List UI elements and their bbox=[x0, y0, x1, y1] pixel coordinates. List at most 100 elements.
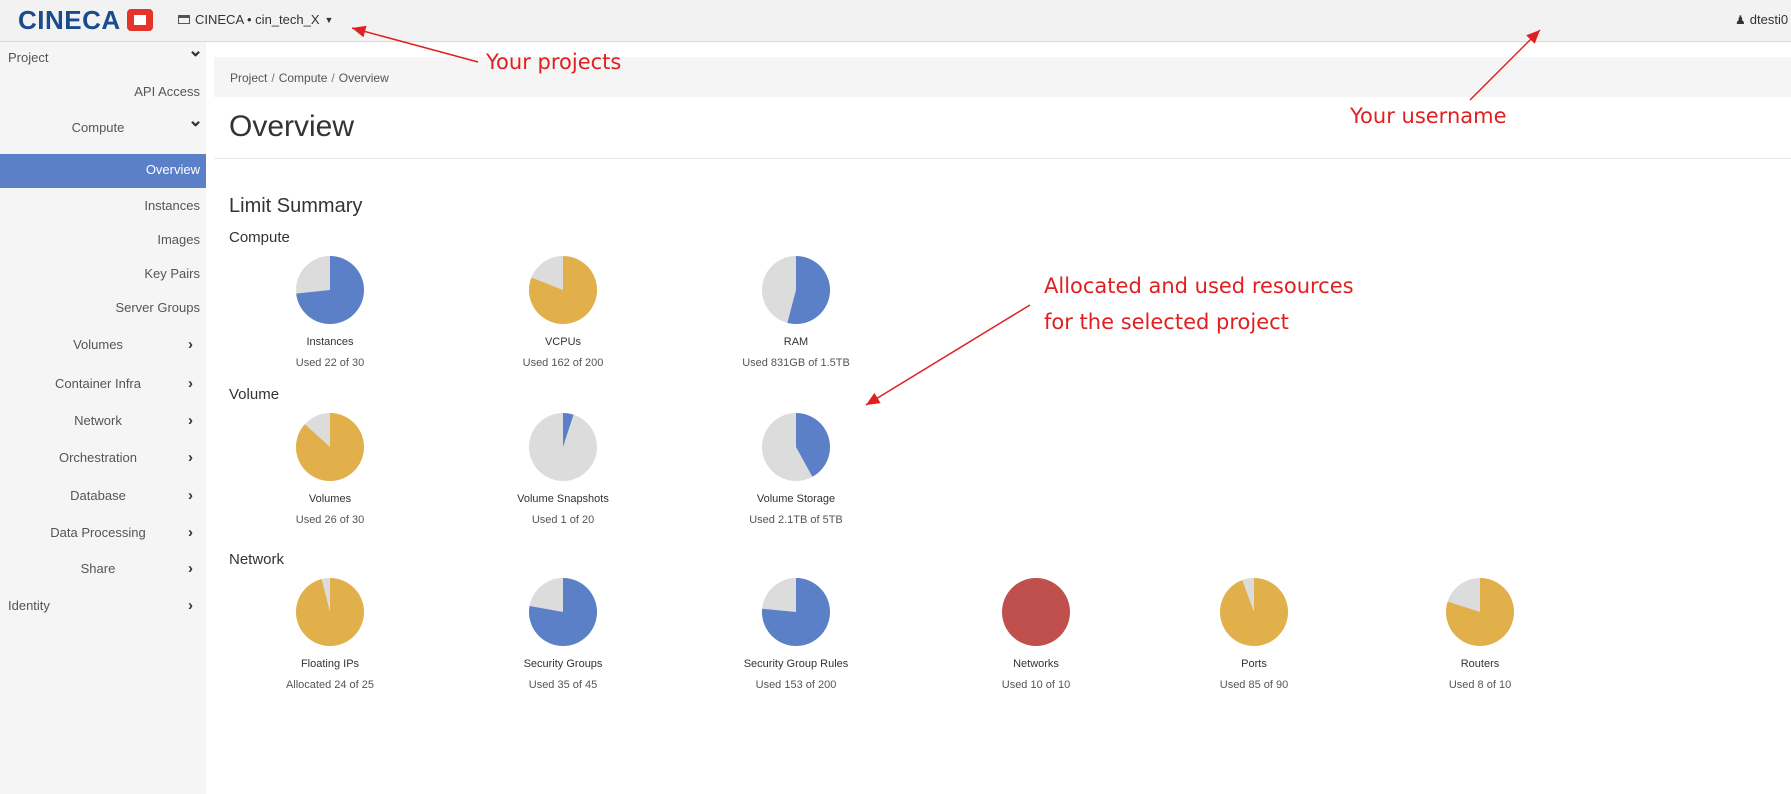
sidebar-item-label: Data Processing bbox=[50, 525, 146, 540]
sidebar-item-label: Container Infra bbox=[55, 376, 141, 391]
chevron-right-icon: › bbox=[188, 375, 193, 392]
sidebar-item-container-infra[interactable]: Container Infra › bbox=[0, 368, 206, 402]
chevron-right-icon: › bbox=[188, 597, 193, 614]
pie-chart bbox=[529, 413, 597, 481]
quota-label: Instances bbox=[306, 336, 354, 348]
cineca-logo[interactable]: CINECA bbox=[18, 5, 153, 35]
pie-chart bbox=[296, 578, 364, 646]
breadcrumb-item-project[interactable]: Project bbox=[230, 71, 267, 85]
sidebar-item-label: API Access bbox=[134, 84, 200, 99]
quota-usage: Allocated 24 of 25 bbox=[285, 679, 375, 691]
quota-card-instances: Instances Used 22 of 30 bbox=[240, 256, 420, 369]
sidebar-item-label: Server Groups bbox=[115, 300, 200, 315]
quota-card-ram: RAM Used 831GB of 1.5TB bbox=[706, 256, 886, 369]
quota-card-volumes: Volumes Used 26 of 30 bbox=[240, 413, 420, 526]
sidebar-item-label: Orchestration bbox=[58, 450, 138, 465]
pie-chart bbox=[296, 413, 364, 481]
pie-chart bbox=[762, 256, 830, 324]
annotation-your-projects: Your projects bbox=[486, 50, 622, 74]
quota-card-routers: Routers Used 8 of 10 bbox=[1390, 578, 1570, 691]
breadcrumb-separator: / bbox=[271, 71, 275, 85]
quota-label: Networks bbox=[1013, 658, 1059, 670]
chevron-right-icon: › bbox=[188, 449, 193, 466]
quota-label: Volumes bbox=[308, 493, 352, 505]
breadcrumb: Project / Compute / Overview bbox=[214, 57, 1791, 97]
user-menu[interactable]: ♟ dtesti0 bbox=[1735, 12, 1788, 27]
user-icon: ♟ bbox=[1735, 12, 1746, 27]
quota-usage: Used 2.1TB of 5TB bbox=[749, 514, 843, 526]
quota-card-volume-snapshots: Volume Snapshots Used 1 of 20 bbox=[473, 413, 653, 526]
sidebar-item-label: Network bbox=[74, 413, 122, 428]
sidebar-item-label: Share bbox=[80, 561, 116, 576]
quota-card-volume-storage: Volume Storage Used 2.1TB of 5TB bbox=[706, 413, 886, 526]
breadcrumb-item-overview: Overview bbox=[338, 71, 389, 85]
quota-usage: Used 153 of 200 bbox=[755, 679, 837, 691]
quota-label: Volume Snapshots bbox=[517, 493, 609, 505]
quota-usage: Used 26 of 30 bbox=[295, 514, 365, 526]
quota-label: Ports bbox=[1241, 658, 1267, 670]
pie-chart bbox=[762, 413, 830, 481]
page-title: Overview bbox=[229, 110, 355, 143]
project-icon bbox=[178, 15, 190, 24]
quota-label: Floating IPs bbox=[300, 658, 360, 670]
quota-card-floating-ips: Floating IPs Allocated 24 of 25 bbox=[240, 578, 420, 691]
sidebar-item-server-groups[interactable]: Server Groups bbox=[0, 292, 206, 326]
chevron-right-icon: › bbox=[188, 336, 193, 353]
sidebar-item-label: Compute bbox=[71, 120, 125, 135]
quota-label: RAM bbox=[783, 336, 809, 348]
sidebar-item-label: Images bbox=[157, 232, 200, 247]
sidebar-nav: Project ⌄ API Access Compute ⌄ Overview Instan… bbox=[0, 40, 206, 794]
pie-chart bbox=[529, 256, 597, 324]
chevron-right-icon: › bbox=[188, 560, 193, 577]
quota-usage: Used 1 of 20 bbox=[531, 514, 595, 526]
sidebar-item-identity[interactable]: Identity › bbox=[0, 590, 206, 624]
sidebar-item-network[interactable]: Network › bbox=[0, 405, 206, 439]
quota-usage: Used 10 of 10 bbox=[1001, 679, 1071, 691]
pie-chart bbox=[296, 256, 364, 324]
sidebar-item-instances[interactable]: Instances bbox=[0, 190, 206, 224]
pie-chart bbox=[1220, 578, 1288, 646]
sidebar-item-database[interactable]: Database › bbox=[0, 480, 206, 514]
group-title-volume: Volume bbox=[229, 386, 280, 403]
pie-used-slice bbox=[1220, 578, 1288, 646]
annotation-resources-line1: Allocated and used resources bbox=[1044, 274, 1354, 298]
quota-label: Routers bbox=[1460, 658, 1500, 670]
group-title-compute: Compute bbox=[229, 229, 290, 246]
sidebar-item-label: Instances bbox=[144, 198, 200, 213]
quota-usage: Used 8 of 10 bbox=[1448, 679, 1512, 691]
quota-card-security-groups: Security Groups Used 35 of 45 bbox=[473, 578, 653, 691]
group-title-network: Network bbox=[229, 551, 285, 568]
chevron-right-icon: › bbox=[188, 412, 193, 429]
quota-card-ports: Ports Used 85 of 90 bbox=[1164, 578, 1344, 691]
logo-text: CINECA bbox=[18, 4, 121, 35]
top-navbar: CINECA CINECA • cin_tech_X ▼ ♟ dtesti0 bbox=[0, 0, 1791, 42]
sidebar-item-orchestration[interactable]: Orchestration › bbox=[0, 442, 206, 476]
caret-down-icon: ▼ bbox=[324, 14, 334, 25]
sidebar-item-images[interactable]: Images bbox=[0, 224, 206, 258]
quota-usage: Used 85 of 90 bbox=[1219, 679, 1289, 691]
sidebar-item-compute[interactable]: Compute ⌄ bbox=[0, 110, 206, 146]
chevron-right-icon: › bbox=[188, 487, 193, 504]
sidebar-item-overview[interactable]: Overview bbox=[0, 154, 206, 188]
header-divider bbox=[214, 158, 1791, 159]
chevron-right-icon: › bbox=[188, 524, 193, 541]
sidebar-item-project[interactable]: Project ⌄ bbox=[0, 40, 206, 76]
sidebar-item-label: Project bbox=[8, 50, 49, 65]
quota-label: VCPUs bbox=[544, 336, 582, 348]
sidebar-item-api-access[interactable]: API Access bbox=[0, 76, 206, 110]
pie-chart bbox=[1446, 578, 1514, 646]
breadcrumb-item-compute[interactable]: Compute bbox=[279, 71, 328, 85]
quota-usage: Used 22 of 30 bbox=[295, 357, 365, 369]
sidebar-item-volumes[interactable]: Volumes › bbox=[0, 329, 206, 363]
quota-usage: Used 35 of 45 bbox=[528, 679, 598, 691]
sidebar-item-data-processing[interactable]: Data Processing › bbox=[0, 517, 206, 551]
pie-used-slice bbox=[1002, 578, 1070, 646]
sidebar-item-share[interactable]: Share › bbox=[0, 553, 206, 587]
quota-label: Security Group Rules bbox=[743, 658, 849, 670]
arrow-to-resources bbox=[865, 304, 1031, 406]
logo-mark-icon bbox=[126, 9, 153, 31]
sidebar-item-key-pairs[interactable]: Key Pairs bbox=[0, 258, 206, 292]
limit-summary-title: Limit Summary bbox=[229, 195, 363, 217]
pie-chart bbox=[1002, 578, 1070, 646]
project-selector-dropdown[interactable]: CINECA • cin_tech_X ▼ bbox=[178, 12, 333, 27]
